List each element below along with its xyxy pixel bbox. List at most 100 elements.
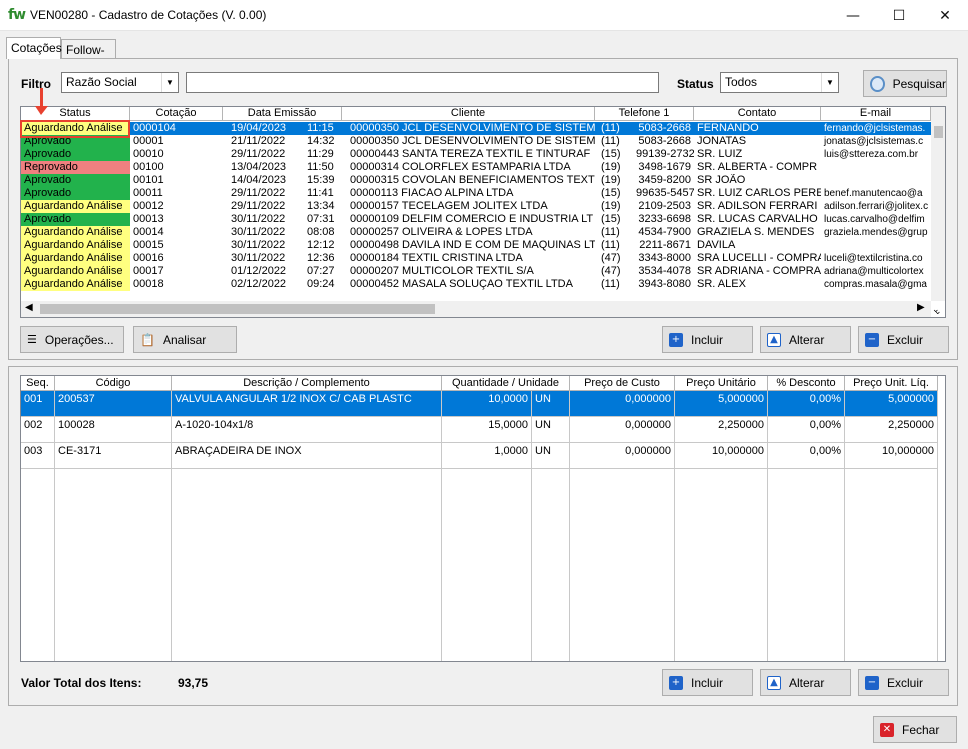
scroll-thumb[interactable] [934,126,943,138]
vertical-scrollbar[interactable]: ⌄ [931,107,945,316]
analisar-button[interactable]: 📋 Analisar [133,326,237,353]
close-button[interactable]: ✕ [922,0,968,31]
chevron-down-icon[interactable]: ▼ [821,73,838,92]
status-cell: Aprovado [21,187,130,200]
table-row[interactable]: 003 CE-3171 ABRAÇADEIRA DE INOX 1,0000 UN 0,0… [21,443,945,469]
column-header[interactable]: Quantidade / Unidade [442,376,570,391]
cotacao-cell: 00017 [133,265,164,277]
ddd-cell: (11) [595,122,633,135]
status-select[interactable]: Todos ▼ [720,72,839,93]
email-cell [821,239,931,252]
minus-icon: − [865,332,879,347]
contato-cell: GRAZIELA S. MENDES [697,226,815,238]
table-row[interactable]: Aguardando Análise 00018 02/12/2022 09:24 00… [21,278,931,291]
table-row[interactable]: Aguardando Análise 0000104 19/04/2023 11:15… [21,122,931,135]
column-header[interactable]: Preço Unit. Líq. [845,376,938,391]
scroll-down-icon[interactable]: ⌄ [932,304,940,315]
status-cell: Aprovado [21,174,130,187]
column-header[interactable]: Código [55,376,172,391]
fechar-button[interactable]: ✕ Fechar [873,716,957,743]
item-excluir-button[interactable]: − Excluir [858,669,949,696]
table-row[interactable]: Reprovado 00100 13/04/2023 11:50 00000314 CO… [21,161,931,174]
column-header[interactable]: Data Emissão [223,107,342,121]
incluir-label: Incluir [691,332,724,347]
filter-field-value: Razão Social [66,75,137,89]
column-header[interactable]: Telefone 1 [595,107,694,121]
clipboard-icon: 📋 [140,332,155,347]
table-row[interactable]: Aprovado 00010 29/11/2022 11:29 00000443 SAN… [21,148,931,161]
seq-cell: 001 [21,391,55,417]
table-row[interactable]: Aguardando Análise 00015 30/11/2022 12:12 00… [21,239,931,252]
scroll-thumb[interactable] [40,304,435,314]
ddd-cell: (11) [601,226,620,238]
table-row[interactable]: Aprovado 00101 14/04/2023 15:39 00000315 COV… [21,174,931,187]
telefone-cell: 99139-2732 [636,148,694,160]
column-header[interactable]: Preço Unitário [675,376,768,391]
table-row[interactable]: Aguardando Análise 00012 29/11/2022 13:34 00… [21,200,931,213]
unidade-cell: UN [532,443,570,469]
table-row[interactable]: Aguardando Análise 00014 30/11/2022 08:08 00… [21,226,931,239]
ddd-cell: (19) [601,174,621,186]
column-divider [674,469,675,661]
table-row[interactable]: Aguardando Análise 00016 30/11/2022 12:36 00… [21,252,931,265]
tab-cotacoes[interactable]: Cotações [6,37,62,59]
hora-cell: 11:41 [307,187,334,199]
table-row[interactable]: 002 100028 A-1020-104x1/8 15,0000 UN 0,000000… [21,417,945,443]
item-incluir-label: Incluir [691,675,724,690]
item-incluir-button[interactable]: + Incluir [662,669,753,696]
items-table[interactable]: Seq. Código Descrição / Complemento Quantid… [20,375,946,662]
telefone-cell: 3459-8200 [638,174,691,186]
scroll-left-icon[interactable]: ◀ [25,302,33,313]
ddd-cell: (47) [601,265,621,277]
column-header[interactable]: % Desconto [768,376,845,391]
column-header[interactable]: Seq. [21,376,55,391]
table-row[interactable]: Aprovado 00013 30/11/2022 07:31 00000109 DEL… [21,213,931,226]
minimize-button[interactable]: — [830,0,876,31]
column-divider [54,469,55,661]
data-cell: 13/04/2023 [231,161,287,173]
minus-icon: − [865,675,879,690]
contato-cell: SR. ALBERTA - COMPR [697,161,818,173]
filter-field-select[interactable]: Razão Social ▼ [61,72,179,93]
column-header[interactable]: E-mail [821,107,931,121]
column-header[interactable]: Cliente [342,107,595,121]
search-button[interactable]: Pesquisar [863,70,947,97]
data-cell: 30/11/2022 [231,252,286,264]
data-cell: 29/11/2022 [231,148,286,160]
column-divider [767,469,768,661]
column-header[interactable]: Contato [694,107,821,121]
table-row[interactable]: Aprovado 00001 21/11/2022 14:32 00000350 JCL… [21,135,931,148]
alterar-button[interactable]: ▲ Alterar [760,326,851,353]
table-row[interactable]: Aprovado 00011 29/11/2022 11:41 00000113 FIA… [21,187,931,200]
column-divider [531,469,532,661]
excluir-button[interactable]: − Excluir [858,326,949,353]
column-header[interactable]: Descrição / Complemento [172,376,442,391]
incluir-button[interactable]: + Incluir [662,326,753,353]
email-cell: compras.masala@gma [824,279,927,290]
chevron-down-icon[interactable]: ▼ [161,73,178,92]
contato-cell: SR JOÃO [697,174,746,186]
operacoes-button[interactable]: ☰ Operações... [20,326,124,353]
preco-liquido-cell: 5,000000 [845,391,938,417]
cliente-cell: 00000207 MULTICOLOR TEXTIL S/A [350,265,534,277]
app-logo: fw [8,7,26,23]
item-alterar-button[interactable]: ▲ Alterar [760,669,851,696]
column-header[interactable]: Preço de Custo [570,376,675,391]
table-row[interactable]: Aguardando Análise 00017 01/12/2022 07:27 00… [21,265,931,278]
maximize-button[interactable]: ☐ [876,0,922,31]
quantidade-cell: 15,0000 [442,417,532,443]
table-row[interactable]: 001 200537 VALVULA ANGULAR 1/2 INOX C/ CAB… [21,391,945,417]
ddd-cell: (11) [601,239,620,251]
column-header[interactable]: Cotação [130,107,223,121]
preco-unitario-cell: 2,250000 [675,417,768,443]
cotacao-cell: 00010 [133,148,164,160]
telefone-cell: 2109-2503 [638,200,691,212]
filter-text-input[interactable] [186,72,659,93]
data-cell: 02/12/2022 [231,278,287,290]
filter-label: Filtro [21,77,51,91]
quotes-table[interactable]: Status Cotação Data Emissão Cliente Telefone… [20,106,946,318]
horizontal-scrollbar[interactable]: ◀ ▶ [21,301,931,317]
tab-follow-up[interactable]: Follow-up [61,39,116,71]
email-cell: adriana@multicolortex [824,266,924,277]
scroll-right-icon[interactable]: ▶ [917,302,925,313]
